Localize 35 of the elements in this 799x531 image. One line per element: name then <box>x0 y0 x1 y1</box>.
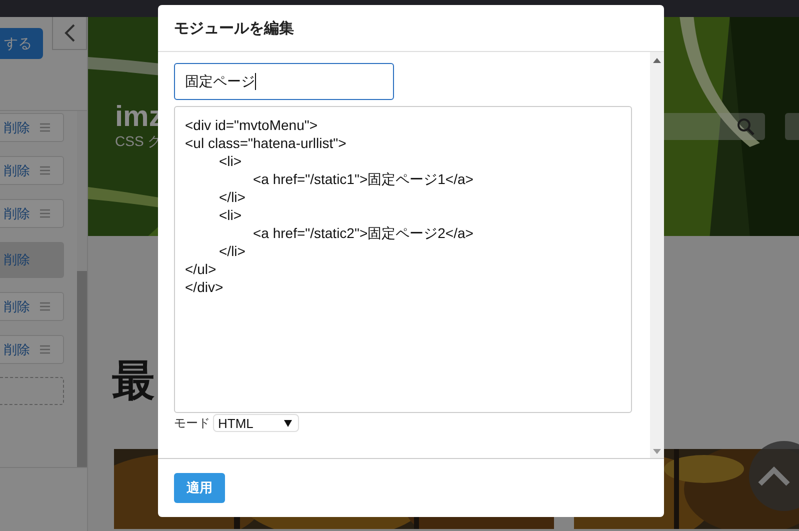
chevron-left-icon <box>64 24 76 42</box>
module-item[interactable]: 削除 <box>0 292 64 321</box>
drag-handle-icon[interactable] <box>40 209 50 218</box>
drag-handle-icon[interactable] <box>40 123 50 132</box>
name-field[interactable]: 固定ページ <box>174 63 394 100</box>
delete-link[interactable]: 削除 <box>4 162 30 180</box>
code-text: <div id="mvtoMenu"> <ul class="hatena-urllist"> <li> <a href="/static1">固定ページ1</a> </li> <li> <a href="/static2">固定ページ2</a> </li> </ul> </div> <box>185 116 474 296</box>
chevron-up-icon <box>757 465 791 487</box>
scrollbar[interactable] <box>650 52 664 458</box>
collapse-button[interactable] <box>52 17 87 50</box>
mode-label: モード <box>174 414 210 432</box>
drag-handle-icon[interactable] <box>40 166 50 175</box>
delete-link[interactable]: 削除 <box>4 298 30 316</box>
apply-button[interactable]: 適用 <box>174 473 225 503</box>
drag-handle-icon[interactable] <box>40 345 50 354</box>
code-editor[interactable]: <div id="mvtoMenu"> <ul class="hatena-urllist"> <li> <a href="/static1">固定ページ1</a> </li> <li> <a href="/static2">固定ページ2</a> </li> </ul> </div> <box>174 106 632 413</box>
scroll-up-icon[interactable] <box>653 58 661 63</box>
drag-handle-icon[interactable] <box>40 302 50 311</box>
delete-link[interactable]: 削除 <box>4 251 30 269</box>
search-icon[interactable] <box>737 118 755 136</box>
caret-icon <box>284 420 292 426</box>
module-item[interactable]: 削除 <box>0 335 64 364</box>
module-item[interactable]: 削除 <box>0 156 64 185</box>
module-item[interactable]: 削除 <box>0 113 64 142</box>
delete-link[interactable]: 削除 <box>4 340 30 358</box>
module-item[interactable]: 削除 <box>0 199 64 228</box>
save-button[interactable]: する <box>0 28 43 59</box>
delete-link[interactable]: 削除 <box>4 204 30 222</box>
delete-link[interactable]: 削除 <box>4 118 30 136</box>
drop-zone <box>0 377 64 405</box>
scrollbar[interactable] <box>77 111 87 467</box>
mode-select[interactable]: HTML <box>213 414 299 432</box>
module-item[interactable]: 削除 <box>0 242 64 278</box>
page-heading: 最 <box>112 355 155 408</box>
dialog-title: モジュールを編集 <box>174 18 294 38</box>
